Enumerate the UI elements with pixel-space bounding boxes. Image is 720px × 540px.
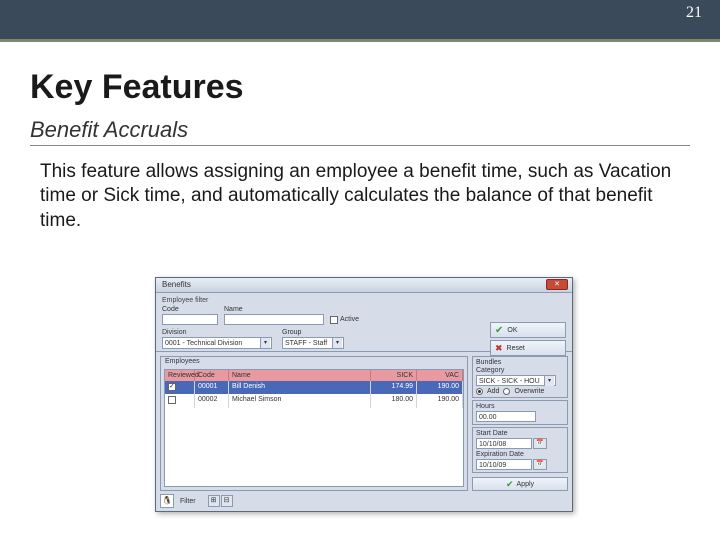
name-input[interactable]: [224, 314, 324, 325]
subtitle-rule: Benefit Accruals: [30, 117, 690, 146]
apply-label: Apply: [517, 481, 535, 488]
group-select[interactable]: STAFF - Staff ▾: [282, 337, 344, 349]
start-date-input[interactable]: 10/10/08: [476, 438, 532, 449]
cell-vac: 190.00: [417, 381, 463, 394]
mode-overwrite-radio[interactable]: [503, 388, 510, 395]
cell-sick: 180.00: [371, 394, 417, 408]
chevron-down-icon: ▾: [332, 338, 342, 348]
row-checkbox[interactable]: [168, 396, 176, 404]
category-label: Category: [476, 367, 564, 374]
dialog-titlebar[interactable]: Benefits ✕: [156, 278, 572, 293]
row-checkbox[interactable]: [168, 383, 176, 391]
cell-vac: 190.00: [417, 394, 463, 408]
footer-filter-label: Filter: [180, 498, 196, 505]
col-code[interactable]: Code: [195, 370, 229, 381]
code-input[interactable]: [162, 314, 218, 325]
col-sick[interactable]: SICK: [371, 370, 417, 381]
calendar-icon[interactable]: 📅: [533, 459, 547, 470]
category-select[interactable]: SICK - SICK - HOU ▾: [476, 375, 556, 386]
cell-name: Bill Denish: [229, 381, 371, 394]
bundles-side-panel: Bundles Category SICK - SICK - HOU▾ Add …: [472, 356, 568, 491]
chevron-down-icon: ▾: [544, 376, 554, 386]
division-value: 0001 - Technical Division: [165, 340, 242, 347]
grid-header: Reviewed Code Name SICK VAC: [165, 370, 463, 381]
check-icon: ✔: [495, 325, 503, 336]
app-icon[interactable]: 🐧: [160, 494, 174, 508]
chevron-down-icon: ▾: [260, 338, 270, 348]
dates-section: Start Date 10/10/08 📅 Expiration Date 10…: [472, 427, 568, 473]
mode-add-radio[interactable]: [476, 388, 483, 395]
active-label: Active: [340, 316, 359, 323]
col-name[interactable]: Name: [229, 370, 371, 381]
col-reviewed[interactable]: Reviewed: [165, 370, 195, 381]
table-row[interactable]: 00001 Bill Denish 174.99 190.00: [165, 381, 463, 394]
group-value: STAFF - Staff: [285, 340, 327, 347]
reset-button[interactable]: ✖ Reset: [490, 340, 566, 356]
start-date-label: Start Date: [476, 430, 564, 437]
collapse-all-icon[interactable]: ⊟: [221, 495, 233, 507]
close-button[interactable]: ✕: [546, 279, 568, 290]
header-underline: [0, 39, 720, 42]
exp-date-input[interactable]: 10/10/09: [476, 459, 532, 470]
slide-content: Key Features Benefit Accruals This featu…: [30, 68, 690, 233]
employees-label: Employees: [161, 357, 467, 366]
reset-label: Reset: [507, 345, 525, 352]
cell-name: Michael Simson: [229, 394, 371, 408]
slide-header-band: 21: [0, 0, 720, 42]
page-number: 21: [686, 4, 702, 22]
group-label: Group: [282, 329, 344, 336]
mode-add-label: Add: [487, 388, 499, 395]
active-checkbox[interactable]: [330, 316, 338, 324]
hours-input[interactable]: 00.00: [476, 411, 536, 422]
calendar-icon[interactable]: 📅: [533, 438, 547, 449]
ok-label: OK: [507, 327, 517, 334]
mode-overwrite-label: Overwrite: [514, 388, 544, 395]
ok-button[interactable]: ✔ OK: [490, 322, 566, 338]
cell-sick: 174.99: [371, 381, 417, 394]
col-vac[interactable]: VAC: [417, 370, 463, 381]
table-row[interactable]: 00002 Michael Simson 180.00 190.00: [165, 394, 463, 408]
slide-title: Key Features: [30, 68, 690, 107]
benefits-dialog: Benefits ✕ Employee filter Code Name Act…: [155, 277, 573, 512]
hours-label: Hours: [476, 403, 564, 410]
filter-header: Employee filter: [162, 297, 566, 304]
expand-all-icon[interactable]: ⊞: [208, 495, 220, 507]
body-text: This feature allows assigning an employe…: [40, 160, 680, 233]
bundles-label: Bundles: [476, 359, 564, 366]
category-value: SICK - SICK - HOU: [479, 378, 540, 385]
apply-button[interactable]: ✔Apply: [472, 477, 568, 491]
exp-date-label: Expiration Date: [476, 451, 564, 458]
close-icon: ✕: [554, 281, 560, 288]
code-label: Code: [162, 306, 218, 313]
x-icon: ✖: [495, 343, 503, 354]
employees-grid[interactable]: Reviewed Code Name SICK VAC 00001 Bill D…: [164, 369, 464, 487]
employees-panel: Employees Reviewed Code Name SICK VAC 00…: [160, 356, 468, 491]
bundles-section: Bundles Category SICK - SICK - HOU▾ Add …: [472, 356, 568, 398]
hours-section: Hours 00.00: [472, 400, 568, 425]
name-label: Name: [224, 306, 324, 313]
dialog-footer: 🐧 Filter ⊞ ⊟: [160, 493, 568, 509]
division-select[interactable]: 0001 - Technical Division ▾: [162, 337, 272, 349]
cell-code: 00001: [195, 381, 229, 394]
check-icon: ✔: [506, 479, 514, 490]
slide-subtitle: Benefit Accruals: [30, 117, 690, 143]
cell-code: 00002: [195, 394, 229, 408]
filter-action-buttons: ✔ OK ✖ Reset: [490, 322, 566, 356]
dialog-title: Benefits: [162, 280, 191, 289]
division-label: Division: [162, 329, 272, 336]
